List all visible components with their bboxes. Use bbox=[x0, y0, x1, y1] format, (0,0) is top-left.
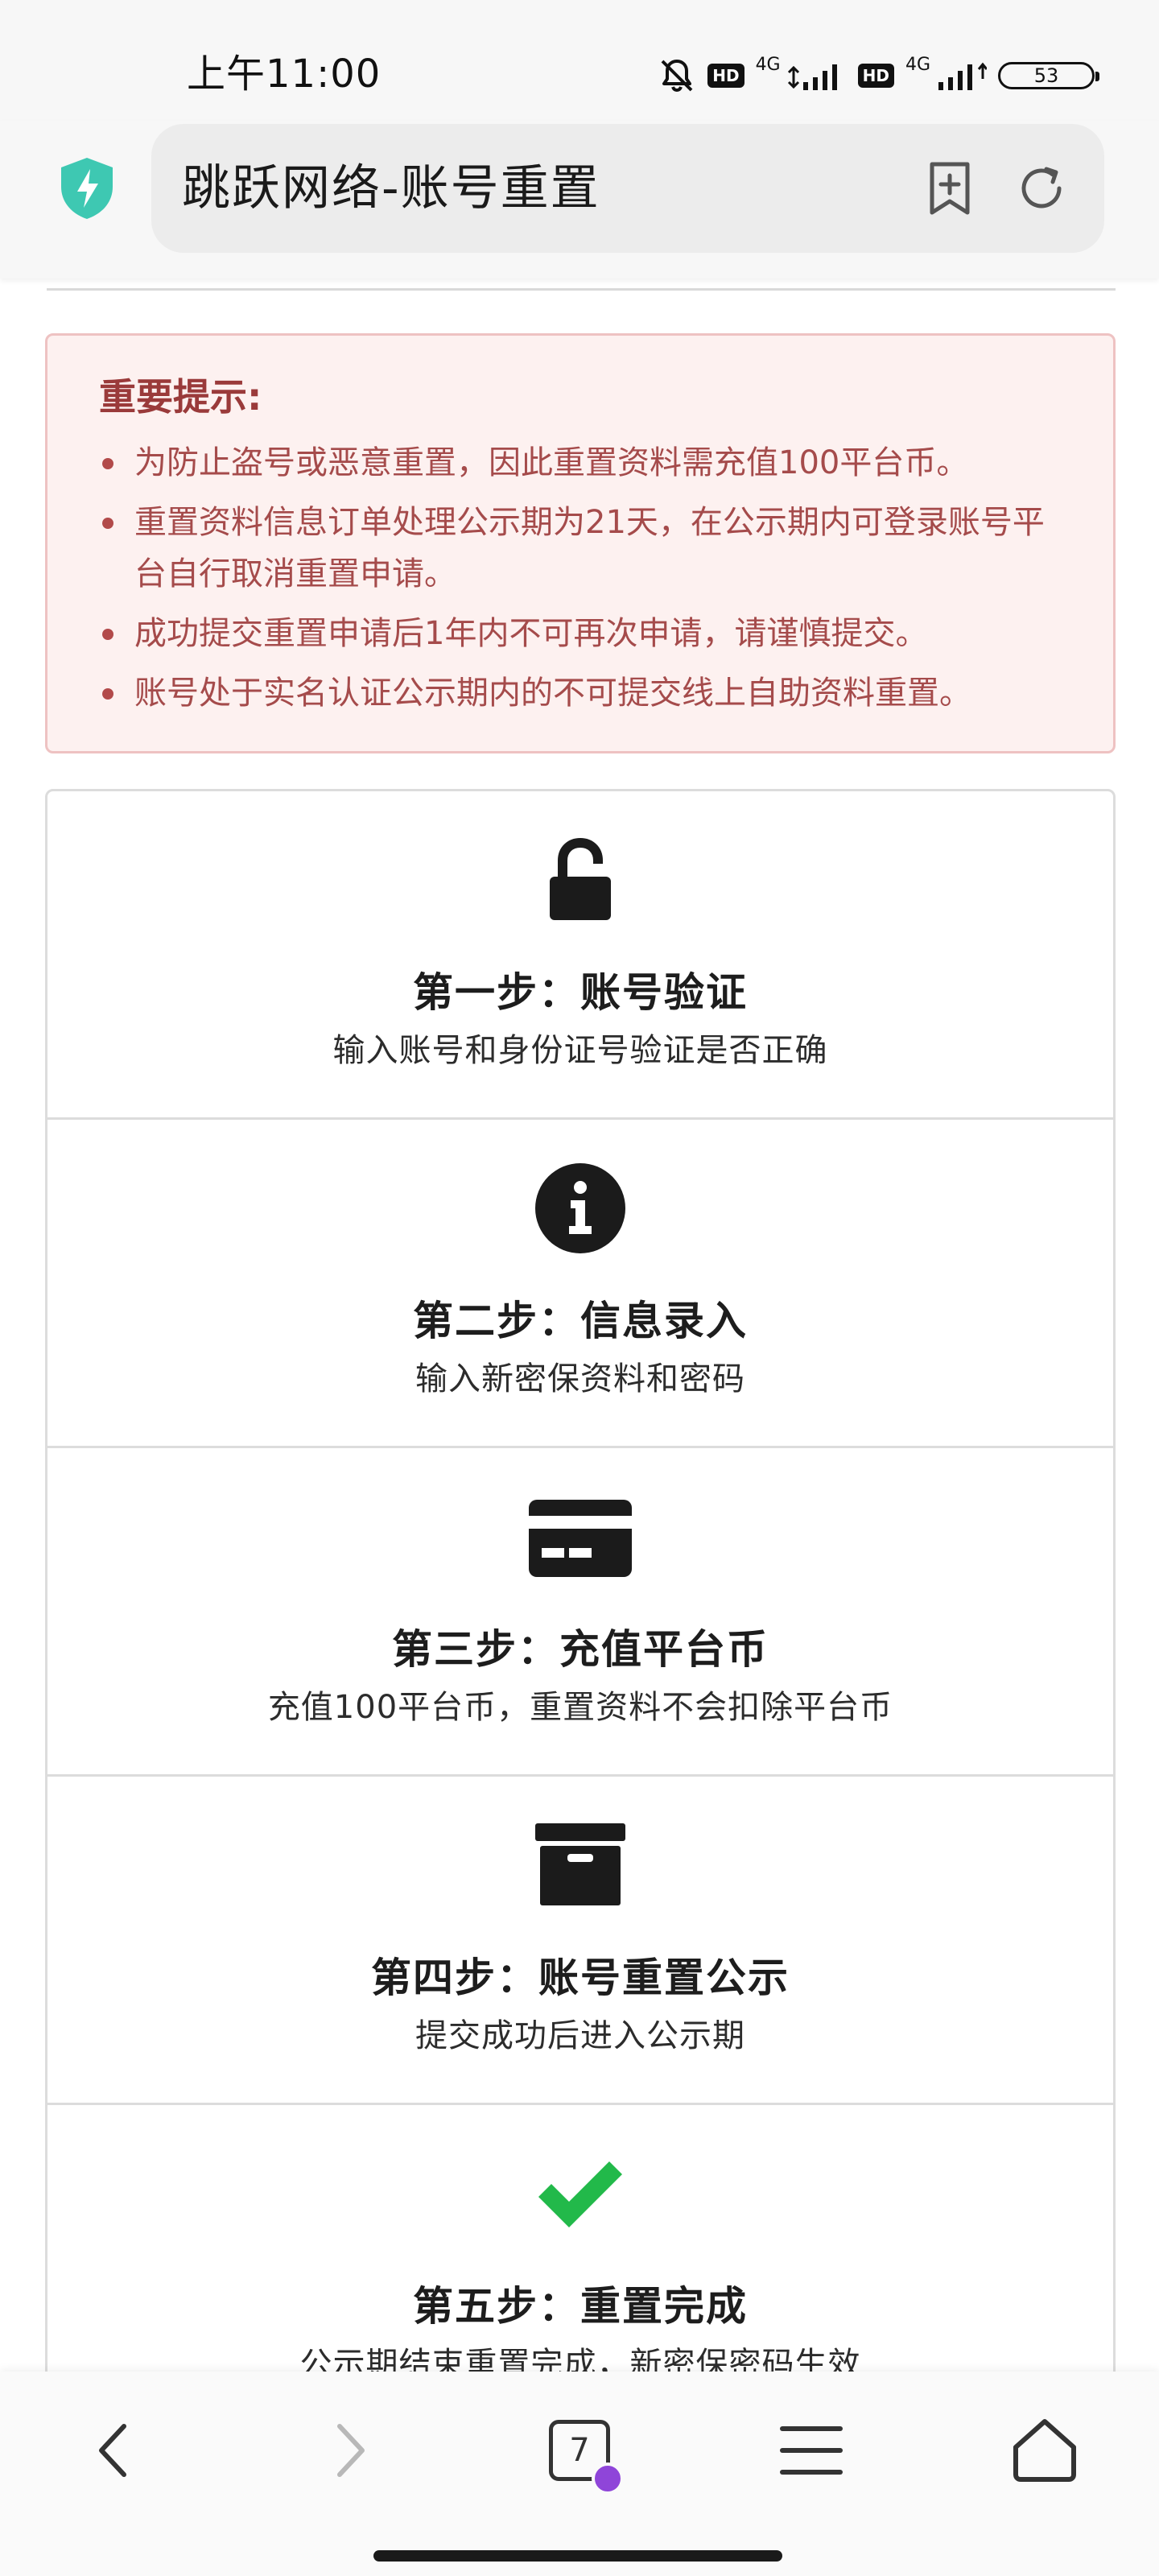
hd-badge: HD bbox=[857, 64, 894, 88]
signal-icon bbox=[938, 62, 987, 90]
important-notice: 重要提示: 为防止盗号或恶意重置，因此重置资料需充值100平台币。 重置资料信息… bbox=[45, 333, 1116, 753]
signal-icon bbox=[787, 64, 837, 90]
bookmark-add-icon[interactable] bbox=[922, 161, 977, 216]
status-time: 上午11:00 bbox=[187, 52, 382, 97]
step-2: 第二步：信息录入 输入新密保资料和密码 bbox=[47, 1120, 1113, 1448]
forward-button[interactable] bbox=[311, 2410, 391, 2491]
back-button[interactable] bbox=[72, 2410, 153, 2491]
step-description: 输入新密保资料和密码 bbox=[415, 1360, 745, 1397]
step-5: 第五步：重置完成 公示期结束重置完成，新密保密码生效 bbox=[47, 2105, 1113, 2383]
step-title: 第二步：信息录入 bbox=[413, 1298, 748, 1344]
notice-list: 为防止盗号或恶意重置，因此重置资料需充值100平台币。 重置资料信息订单处理公示… bbox=[99, 437, 1065, 719]
notice-item: 为防止盗号或恶意重置，因此重置资料需充值100平台币。 bbox=[99, 437, 1065, 489]
network-label: 4G bbox=[905, 54, 930, 75]
archive-box-icon bbox=[535, 1823, 625, 1905]
tab-count: 7 bbox=[569, 2432, 590, 2469]
notice-item: 重置资料信息订单处理公示期为21天，在公示期内可登录账号平台自行取消重置申请。 bbox=[99, 497, 1065, 600]
bell-muted-icon bbox=[661, 60, 693, 93]
forward-arrow-icon bbox=[337, 2424, 365, 2477]
tabs-icon: 7 bbox=[549, 2420, 624, 2495]
back-arrow-icon bbox=[99, 2424, 126, 2477]
notice-item: 成功提交重置申请后1年内不可再次申请，请谨慎提交。 bbox=[99, 608, 1065, 659]
credit-card-icon bbox=[529, 1500, 632, 1577]
shield-bolt-icon[interactable] bbox=[58, 156, 116, 221]
browser-toolbar: 跳跃网络-账号重置 bbox=[0, 121, 1159, 279]
step-title: 第三步：充值平台币 bbox=[392, 1626, 769, 1673]
step-description: 输入账号和身份证号验证是否正确 bbox=[332, 1032, 828, 1069]
page-title[interactable]: 跳跃网络-账号重置 bbox=[182, 159, 600, 217]
bottom-navigation: 7 bbox=[0, 2372, 1159, 2576]
hd-badge: HD bbox=[707, 64, 744, 88]
step-description: 充值100平台币，重置资料不会扣除平台币 bbox=[267, 1689, 893, 1726]
step-4: 第四步：账号重置公示 提交成功后进入公示期 bbox=[47, 1777, 1113, 2105]
battery-icon: 53 bbox=[998, 62, 1099, 89]
step-title: 第五步：重置完成 bbox=[413, 2283, 748, 2330]
info-icon bbox=[535, 1163, 625, 1253]
reset-steps: 第一步：账号验证 输入账号和身份证号验证是否正确 第二步：信息录入 输入新密保资… bbox=[45, 789, 1116, 2383]
step-title: 第四步：账号重置公示 bbox=[371, 1955, 790, 2001]
check-icon bbox=[538, 2161, 622, 2227]
private-mode-badge bbox=[592, 2462, 624, 2495]
status-icons: HD 4G HD 4G 53 bbox=[658, 53, 1099, 98]
notice-item: 账号处于实名认证公示期内的不可提交线上自助资料重置。 bbox=[99, 667, 1065, 719]
address-bar[interactable]: 跳跃网络-账号重置 bbox=[151, 124, 1104, 253]
unlock-icon bbox=[550, 837, 611, 920]
network-label: 4G bbox=[755, 54, 781, 75]
reload-icon[interactable] bbox=[1014, 161, 1069, 216]
menu-icon bbox=[780, 2426, 843, 2475]
notice-title: 重要提示: bbox=[99, 375, 262, 419]
tabs-button[interactable]: 7 bbox=[539, 2410, 624, 2495]
step-3: 第三步：充值平台币 充值100平台币，重置资料不会扣除平台币 bbox=[47, 1448, 1113, 1777]
home-button[interactable] bbox=[1004, 2410, 1085, 2491]
status-bar: 上午11:00 HD 4G HD 4G 53 bbox=[0, 0, 1159, 121]
step-1: 第一步：账号验证 输入账号和身份证号验证是否正确 bbox=[47, 791, 1113, 1120]
section-divider bbox=[47, 288, 1116, 291]
battery-level: 53 bbox=[1033, 64, 1059, 87]
home-icon bbox=[1013, 2419, 1076, 2482]
menu-button[interactable] bbox=[771, 2410, 852, 2491]
home-indicator[interactable] bbox=[373, 2550, 782, 2562]
step-description: 提交成功后进入公示期 bbox=[415, 2017, 745, 2054]
step-title: 第一步：账号验证 bbox=[413, 969, 748, 1016]
